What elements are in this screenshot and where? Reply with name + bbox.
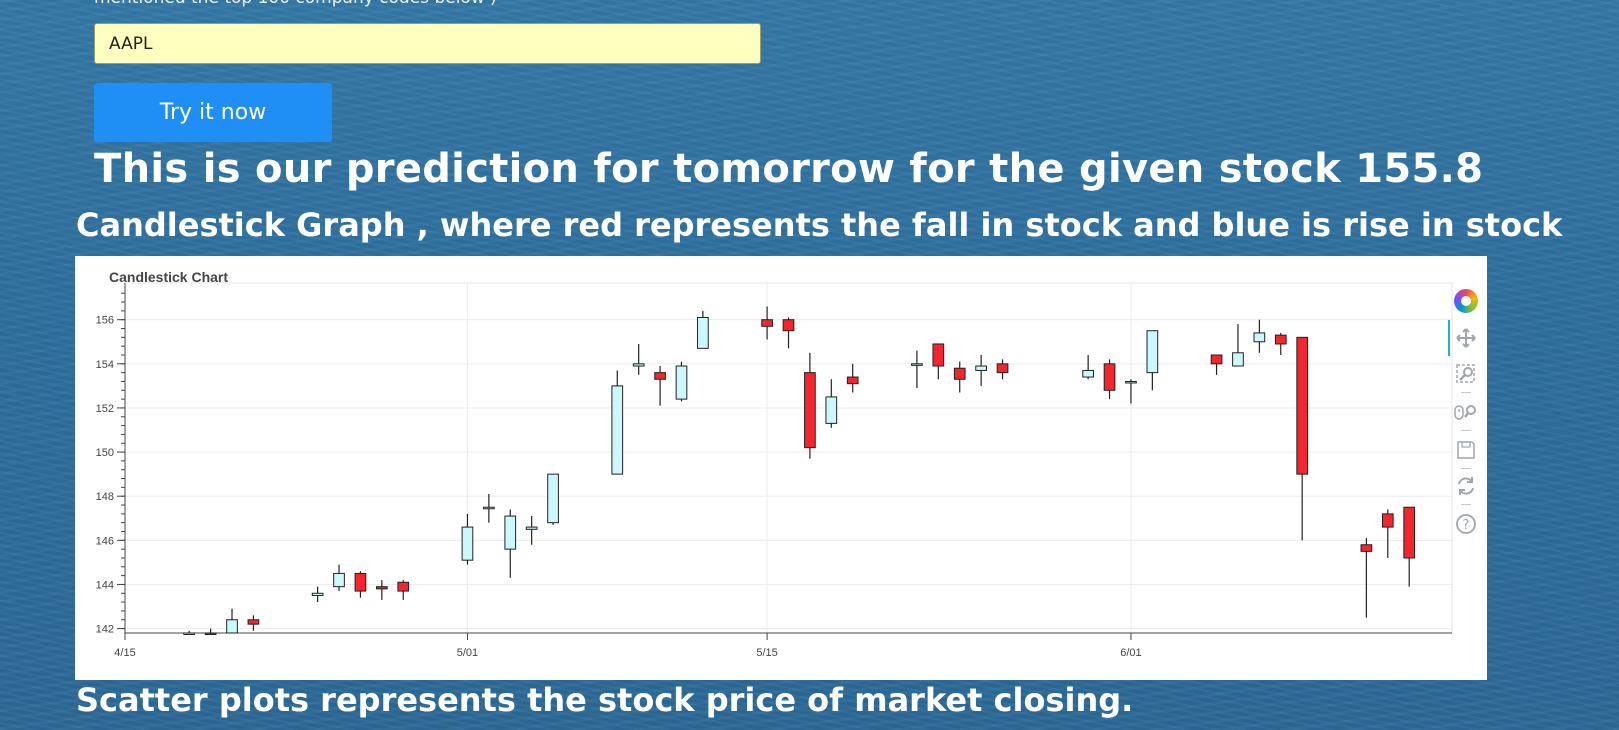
candlestick-chart[interactable]: Candlestick Chart 142 144 146 148 150 152 154 15… [75,256,1487,680]
reset-icon[interactable] [1454,474,1478,498]
candle-fall [1274,334,1287,345]
candle-fall [932,343,945,367]
x-tick-label: 5/15 [756,647,777,659]
toolbar-divider [1461,468,1471,469]
candle-fall [804,372,816,449]
y-tick-label: 152 [96,403,114,415]
candle-rise [911,363,923,366]
pan-icon[interactable] [1454,326,1478,350]
toolbar-divider [1461,504,1471,505]
candle-fall [1296,336,1309,475]
candle-rise [547,473,559,524]
y-tick-label: 154 [96,359,114,371]
help-icon[interactable]: ? [1454,512,1478,536]
toolbar-divider [1461,392,1471,393]
y-tick-label: 148 [96,491,114,503]
prediction-heading: This is our prediction for tomorrow for … [94,146,1484,192]
stock-code-input[interactable] [94,23,761,64]
scatter-caption: Scatter plots represents the stock price… [76,681,1134,719]
y-tick-label: 142 [96,624,114,636]
instruction-text: mentioned the top 100 company codes belo… [94,0,497,8]
candle-fall [846,376,859,385]
candle-rise [1232,352,1244,367]
candle-fall [782,319,795,332]
candle-fall [1103,363,1116,391]
candle-fall [1210,354,1223,365]
candle-rise [611,385,624,475]
candle-fall [953,367,966,380]
active-tool-indicator [1448,320,1450,356]
candle-fall [761,319,773,327]
y-tick-label: 144 [96,579,114,591]
y-tick-label: 146 [96,535,114,547]
candle-rise [483,506,495,510]
toolbar-divider [1461,430,1471,431]
candle-rise [1082,369,1094,378]
candle-rise [226,619,238,634]
candle-fall [354,572,367,592]
box-zoom-icon[interactable] [1454,362,1478,386]
try-it-now-button[interactable]: Try it now [94,83,332,142]
wheel-zoom-icon[interactable] [1454,400,1478,424]
candle-rise [183,632,196,635]
candle-rise [975,365,987,371]
y-tick-label: 150 [96,447,114,459]
candle-rise [333,572,345,588]
candle-rise [697,316,709,349]
chart-toolbar: ? [1448,286,1484,546]
candle-rise [525,526,538,530]
candle-fall [247,619,260,625]
x-tick-label: 4/15 [114,647,135,659]
candle-rise [1146,330,1159,374]
candle-rise [675,365,688,400]
candle-fall [375,586,388,590]
candle-fall [397,581,410,592]
svg-text:?: ? [1463,518,1470,533]
candle-rise [311,592,324,596]
y-tick-label: 156 [96,315,114,327]
chart-canvas[interactable]: Candlestick Chart14214414614815015215415… [75,256,1487,680]
candle-rise [461,526,474,561]
candle-rise [504,515,517,550]
x-tick-label: 6/01 [1120,647,1141,659]
candle-fall [204,632,217,635]
candle-fall [1360,544,1373,552]
candlestick-caption: Candlestick Graph , where red represents… [76,206,1563,244]
save-icon[interactable] [1454,438,1478,462]
x-tick-label: 5/01 [457,647,478,659]
candle-fall [1381,513,1394,528]
candle-rise [825,396,838,424]
candle-rise [1253,332,1266,343]
bokeh-logo-icon[interactable] [1454,289,1478,313]
candle-fall [654,372,666,380]
candle-rise [632,363,645,367]
candle-rise [1125,380,1137,384]
candle-fall [996,363,1009,374]
candle-fall [1403,506,1416,559]
